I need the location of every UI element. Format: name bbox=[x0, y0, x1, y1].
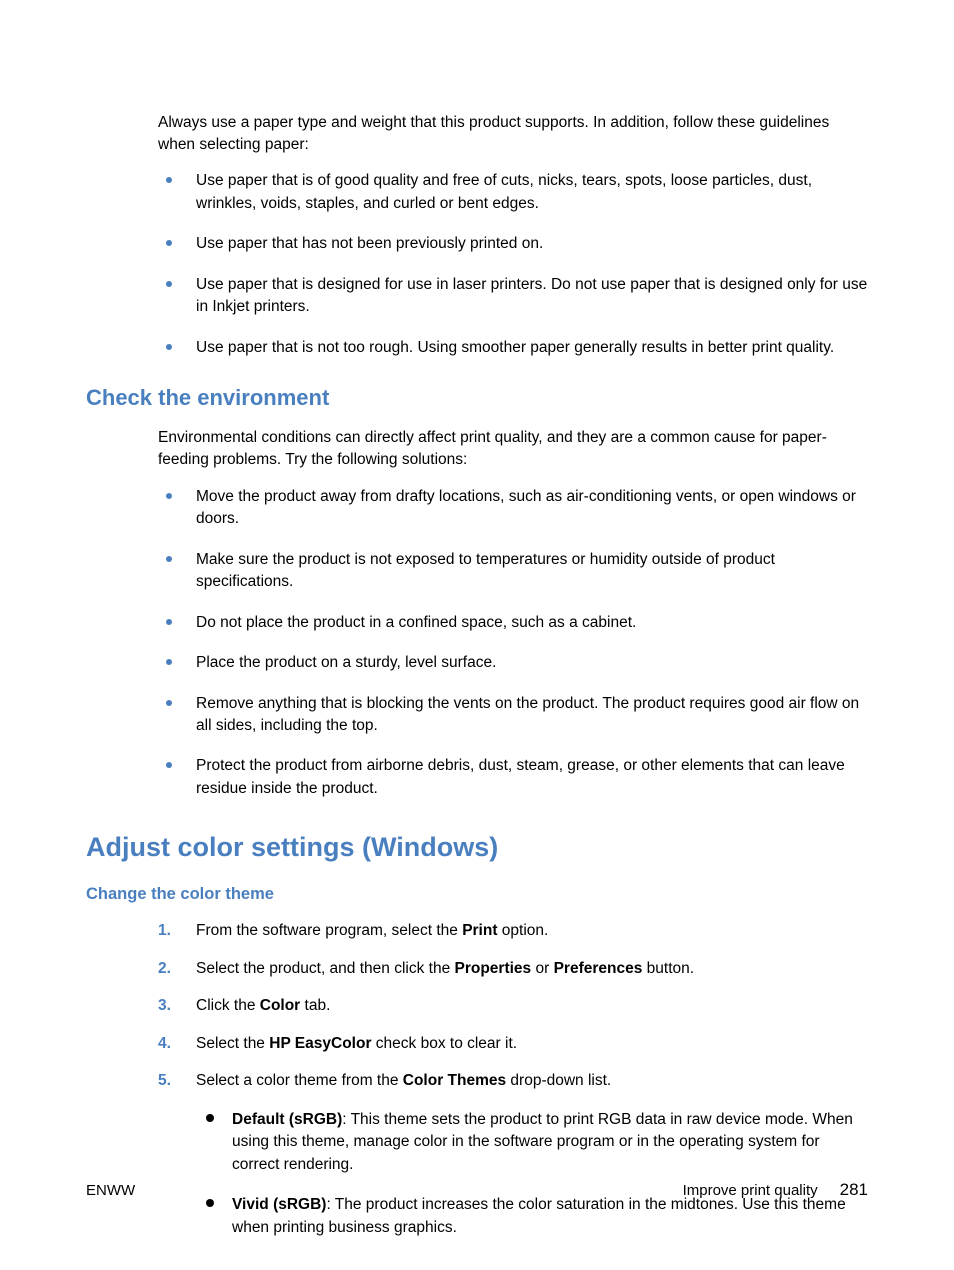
strong-text: Color bbox=[260, 997, 300, 1014]
strong-text: Default (sRGB) bbox=[232, 1111, 342, 1128]
theme-options-list: Default (sRGB): This theme sets the prod… bbox=[196, 1109, 868, 1239]
strong-text: Color Themes bbox=[403, 1072, 506, 1089]
list-item: Use paper that has not been previously p… bbox=[158, 233, 868, 255]
heading-check-environment: Check the environment bbox=[86, 385, 868, 411]
list-item: Protect the product from airborne debris… bbox=[158, 755, 868, 800]
step-item: Select a color theme from the Color Them… bbox=[158, 1070, 868, 1239]
list-item: Move the product away from drafty locati… bbox=[158, 486, 868, 531]
step-text: From the software program, select the bbox=[196, 922, 462, 939]
footer-left: ENWW bbox=[86, 1182, 135, 1199]
step-text: tab. bbox=[300, 997, 330, 1014]
strong-text: Preferences bbox=[554, 960, 643, 977]
step-item: Select the HP EasyColor check box to cle… bbox=[158, 1033, 868, 1055]
footer-right: Improve print quality 281 bbox=[683, 1180, 868, 1200]
env-solutions-list: Move the product away from drafty locati… bbox=[158, 486, 868, 801]
step-text: button. bbox=[642, 960, 694, 977]
page-content: Always use a paper type and weight that … bbox=[0, 0, 954, 1270]
paper-intro: Always use a paper type and weight that … bbox=[158, 112, 868, 157]
strong-text: HP EasyColor bbox=[269, 1035, 371, 1052]
list-item: Use paper that is of good quality and fr… bbox=[158, 170, 868, 215]
page-footer: ENWW Improve print quality 281 bbox=[86, 1180, 868, 1200]
heading-adjust-color: Adjust color settings (Windows) bbox=[86, 832, 868, 863]
step-text: check box to clear it. bbox=[371, 1035, 517, 1052]
list-item: Use paper that is designed for use in la… bbox=[158, 274, 868, 319]
step-text: Select the bbox=[196, 1035, 269, 1052]
list-item: Default (sRGB): This theme sets the prod… bbox=[196, 1109, 868, 1176]
step-text: or bbox=[531, 960, 553, 977]
step-text: option. bbox=[498, 922, 549, 939]
strong-text: Print bbox=[462, 922, 497, 939]
list-item: Place the product on a sturdy, level sur… bbox=[158, 652, 868, 674]
list-item: Vivid (sRGB): The product increases the … bbox=[196, 1194, 868, 1239]
strong-text: Properties bbox=[455, 960, 532, 977]
list-item: Use paper that is not too rough. Using s… bbox=[158, 337, 868, 359]
list-item: Make sure the product is not exposed to … bbox=[158, 549, 868, 594]
page-number: 281 bbox=[840, 1180, 868, 1200]
step-item: Select the product, and then click the P… bbox=[158, 958, 868, 980]
list-item: Remove anything that is blocking the ven… bbox=[158, 693, 868, 738]
list-item: Do not place the product in a confined s… bbox=[158, 612, 868, 634]
step-item: Click the Color tab. bbox=[158, 995, 868, 1017]
step-text: Select a color theme from the bbox=[196, 1072, 403, 1089]
env-intro: Environmental conditions can directly af… bbox=[158, 427, 868, 472]
footer-section: Improve print quality bbox=[683, 1182, 818, 1199]
heading-change-theme: Change the color theme bbox=[86, 885, 868, 904]
paper-guidelines-list: Use paper that is of good quality and fr… bbox=[158, 170, 868, 359]
step-item: From the software program, select the Pr… bbox=[158, 920, 868, 942]
step-text: Click the bbox=[196, 997, 260, 1014]
step-text: Select the product, and then click the bbox=[196, 960, 455, 977]
step-text: drop-down list. bbox=[506, 1072, 611, 1089]
